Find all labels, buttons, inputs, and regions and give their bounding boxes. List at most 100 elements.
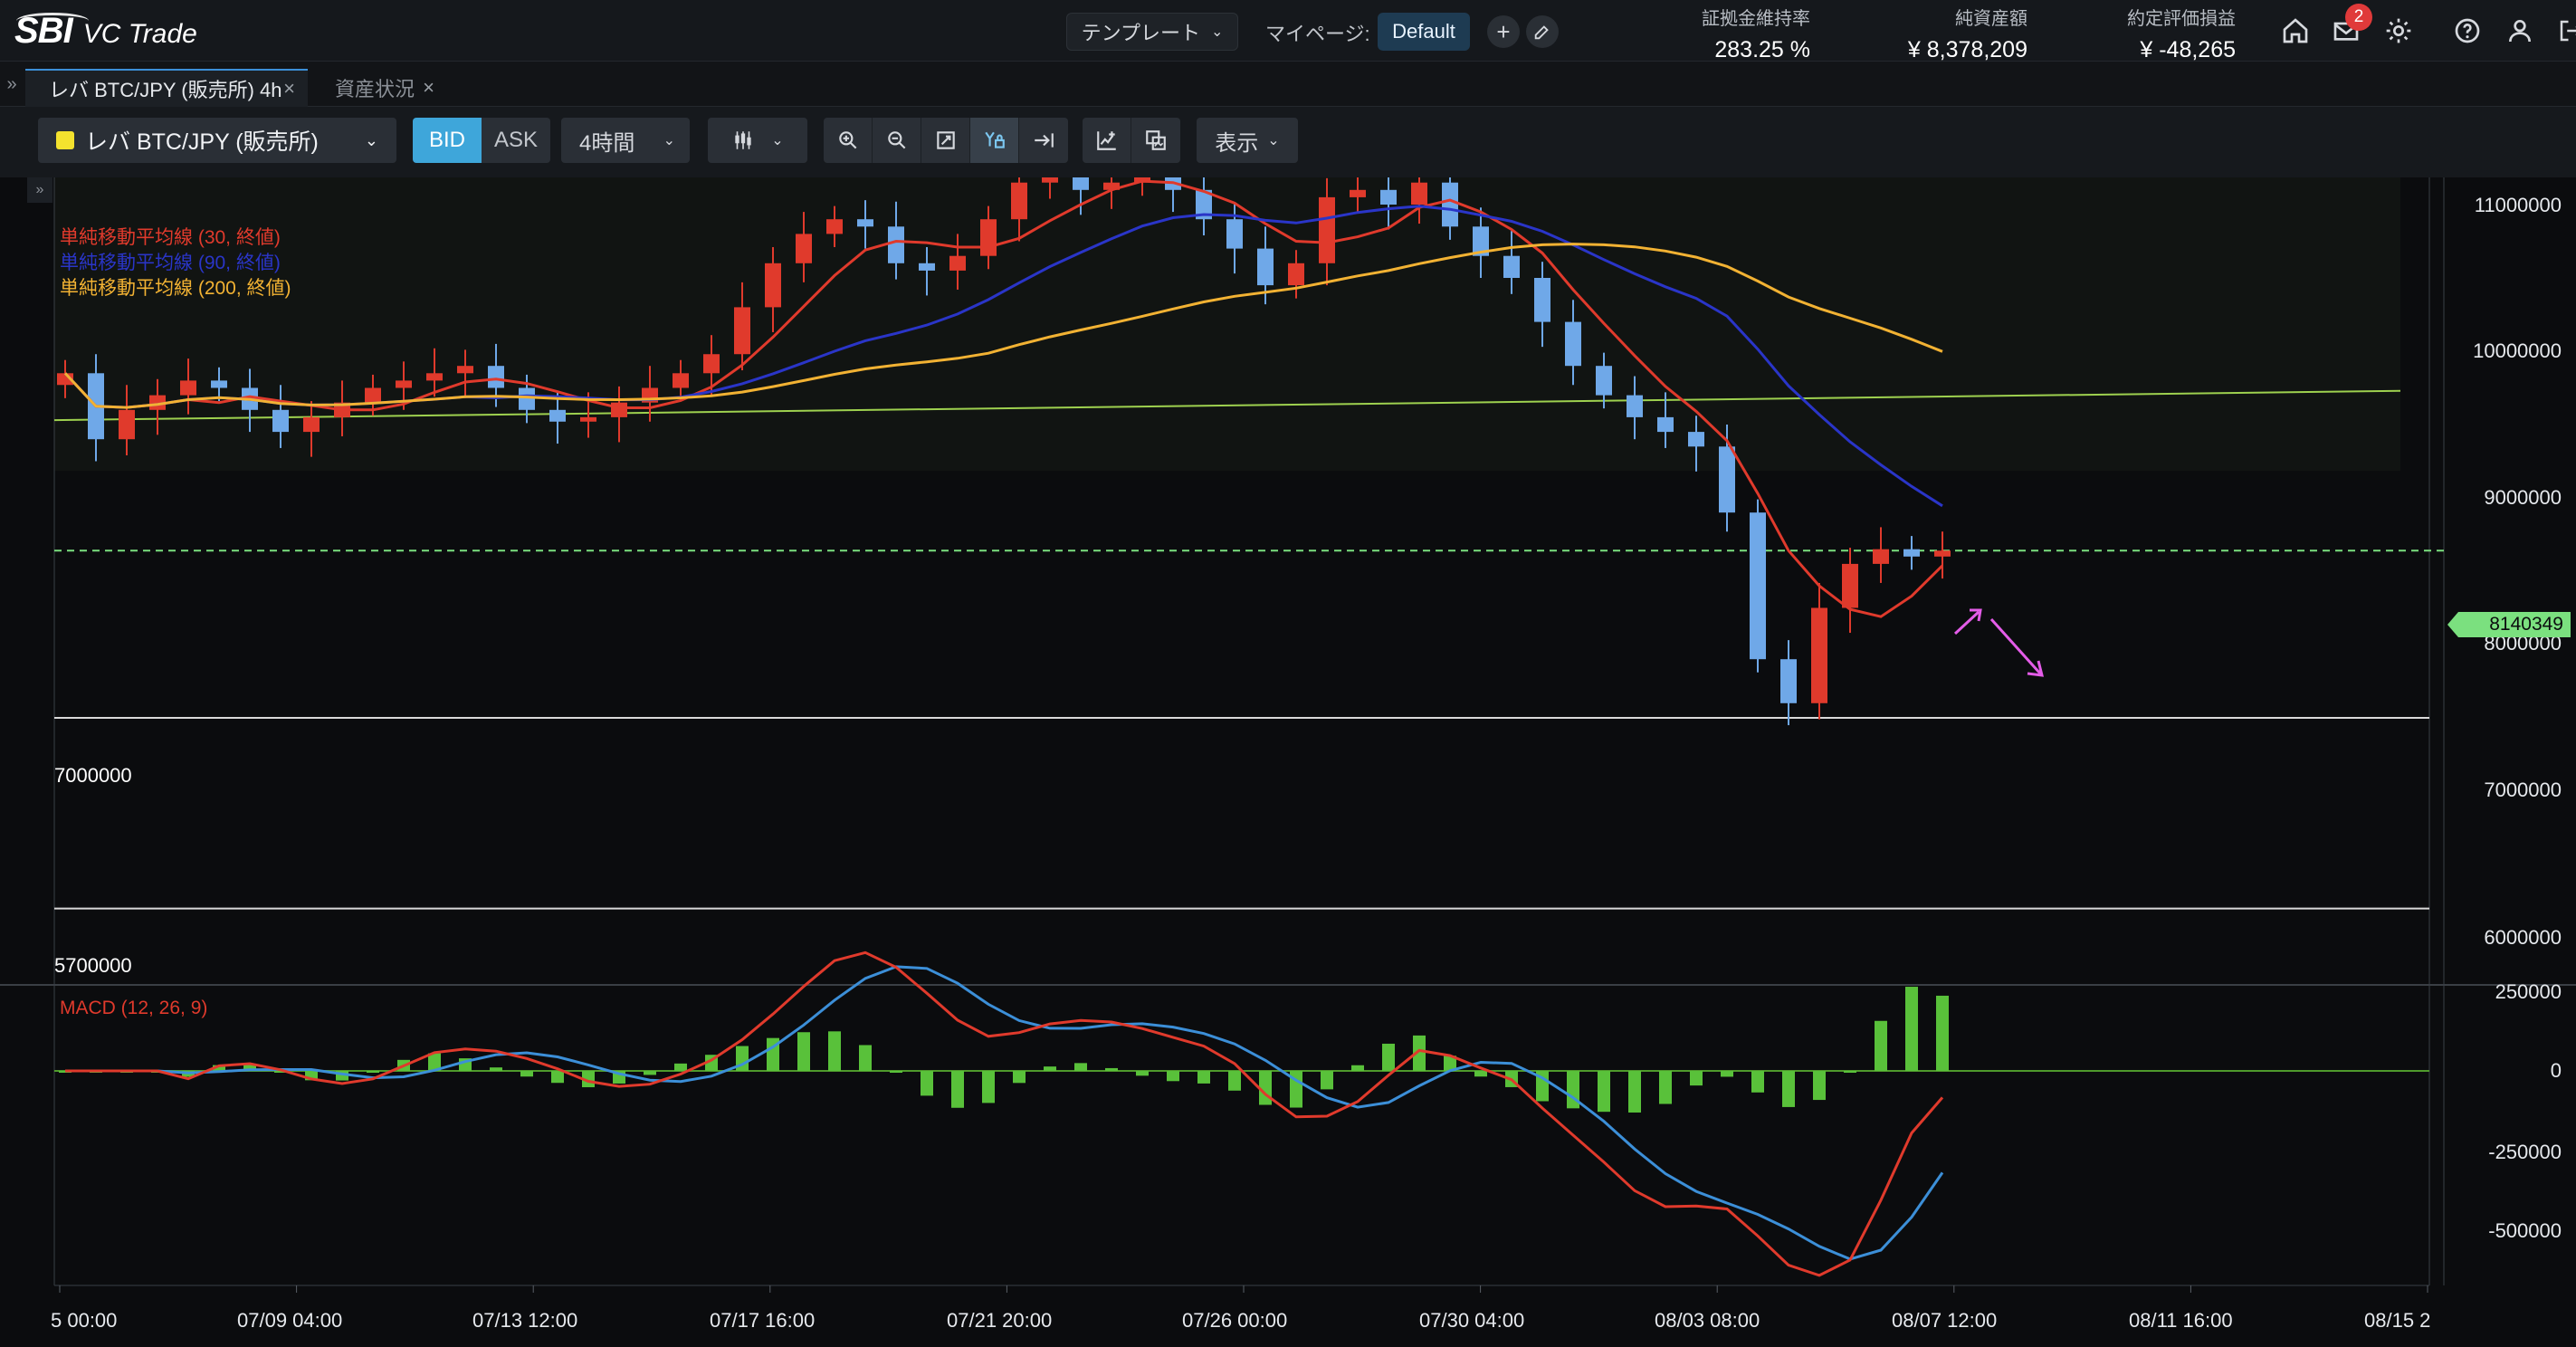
ask-toggle[interactable]: ASK [482, 118, 550, 163]
tab-label: 資産状況 [335, 78, 415, 100]
macd-histogram-bar [828, 1031, 841, 1071]
scroll-to-end-icon[interactable] [1019, 118, 1068, 163]
candle-body [949, 255, 966, 271]
indicator-tools [1083, 118, 1180, 163]
macd-histogram-bar [1598, 1071, 1610, 1113]
x-tick-label: 08/11 16:00 [2129, 1309, 2233, 1332]
candle-body [734, 307, 750, 355]
candle-body [1596, 366, 1612, 396]
chart-area[interactable] [0, 177, 2576, 1347]
x-tick-label: 07/21 20:00 [947, 1309, 1053, 1332]
candle-body [303, 416, 320, 433]
legend-ma90[interactable]: 単純移動平均線 (90, 終値) [60, 248, 281, 275]
brand-logo[interactable]: SBI VC Trade [14, 9, 197, 53]
symbol-select[interactable]: レバ BTC/JPY (販売所) ⌄ [38, 118, 396, 163]
candle-body [826, 219, 843, 234]
macd-histogram-bar [1751, 1071, 1764, 1093]
candle-body [457, 366, 473, 374]
candle-body [1411, 182, 1427, 205]
macd-histogram-bar [1382, 1043, 1395, 1071]
candle-body [211, 380, 227, 388]
expand-sidebar-icon[interactable]: » [0, 62, 24, 107]
display-label: 表示 [1215, 130, 1259, 156]
candle-body [396, 380, 412, 388]
margin-ratio-label: 証拠金維持率 [1702, 9, 1810, 29]
x-tick-label: 07/13 12:00 [472, 1309, 578, 1332]
y-tick-label: 7000000 [2484, 779, 2562, 801]
zoom-in-icon[interactable] [824, 118, 873, 163]
legend-macd[interactable]: MACD (12, 26, 9) [60, 998, 207, 1019]
tab-assets[interactable]: 資産状況 × [311, 69, 447, 107]
candle-body [1319, 196, 1335, 263]
candle-body [1503, 255, 1520, 278]
legend-ma30[interactable]: 単純移動平均線 (30, 終値) [60, 223, 281, 250]
macd-histogram-bar [1628, 1071, 1641, 1113]
chevron-down-icon: ⌄ [663, 133, 675, 148]
edit-layout-button[interactable] [1526, 15, 1559, 48]
price-chart-svg[interactable] [0, 177, 2576, 1347]
margin-ratio-value: 283.25 % [1714, 37, 1810, 62]
x-tick-label: 08/15 2 [2364, 1309, 2431, 1332]
macd-histogram-bar [1844, 1071, 1856, 1073]
expand-panel-icon[interactable]: » [27, 177, 52, 203]
zoom-tools [824, 118, 1068, 163]
candle-body [1257, 248, 1274, 286]
macd-line [65, 951, 1944, 1277]
candle-body [1350, 189, 1366, 197]
macd-histogram-bar [890, 1071, 902, 1073]
add-layout-button[interactable]: + [1487, 15, 1520, 48]
display-menu[interactable]: 表示 ⌄ [1197, 118, 1298, 163]
macd-histogram-bar [1813, 1071, 1826, 1101]
gear-icon[interactable] [2380, 13, 2417, 49]
macd-histogram-bar [520, 1071, 533, 1077]
net-assets-stat: 純資産額 ¥ 8,378,209 [1810, 4, 2027, 63]
template-dropdown[interactable]: テンプレート ⌄ [1066, 13, 1238, 51]
tab-btc-chart[interactable]: レバ BTC/JPY (販売所) 4h × [25, 69, 308, 107]
candle-body [703, 354, 720, 374]
compare-icon[interactable] [1131, 118, 1180, 163]
candle-body [1873, 549, 1889, 564]
macd-histogram-bar [1259, 1071, 1272, 1105]
macd-histogram-bar [674, 1063, 687, 1071]
interval-label: 4時間 [579, 130, 635, 156]
home-icon[interactable] [2277, 13, 2314, 49]
close-icon[interactable]: × [283, 77, 295, 100]
fit-icon[interactable] [921, 118, 970, 163]
candle-body [1811, 607, 1827, 703]
candle-body [1011, 182, 1027, 220]
interval-select[interactable]: 4時間 ⌄ [561, 118, 690, 163]
edit-icon [1534, 25, 1549, 40]
symbol-label: レバ BTC/JPY (販売所) [85, 129, 319, 155]
help-icon[interactable] [2449, 13, 2485, 49]
candle-body [519, 387, 535, 410]
macd-histogram-bar [644, 1071, 656, 1075]
candle-body [426, 373, 443, 381]
add-indicator-icon[interactable] [1083, 118, 1131, 163]
chevron-down-icon: ⌄ [1267, 133, 1280, 148]
candle-body [1719, 446, 1735, 513]
legend-ma200[interactable]: 単純移動平均線 (200, 終値) [60, 273, 291, 301]
zoom-out-icon[interactable] [873, 118, 921, 163]
candle-body [919, 263, 935, 271]
candle-body [488, 366, 504, 388]
candle-body [549, 409, 566, 422]
x-tick-label: 5 00:00 [51, 1309, 118, 1332]
candle-body [1288, 263, 1304, 286]
candle-body [796, 234, 812, 263]
bid-toggle[interactable]: BID [413, 118, 482, 163]
chart-type-select[interactable]: ⌄ [708, 118, 807, 163]
y-tick-label: 9000000 [2484, 486, 2562, 509]
trading-app: { "brand": { "logo": "SBI", "name": "VC … [0, 0, 2576, 1347]
notification-badge: 2 [2345, 4, 2372, 31]
y-scale-lock-icon[interactable] [970, 118, 1019, 163]
x-tick-label: 07/26 00:00 [1182, 1309, 1288, 1332]
candle-body [119, 409, 135, 440]
candle-body [1042, 177, 1058, 183]
macd-histogram-bar [1721, 1071, 1733, 1077]
close-icon[interactable]: × [423, 76, 434, 100]
default-layout-button[interactable]: Default [1378, 13, 1470, 51]
logout-icon[interactable] [2552, 13, 2576, 49]
user-icon[interactable] [2502, 13, 2538, 49]
projection-arrow-down [1989, 617, 2044, 677]
macd-histogram-bar [1074, 1063, 1087, 1071]
